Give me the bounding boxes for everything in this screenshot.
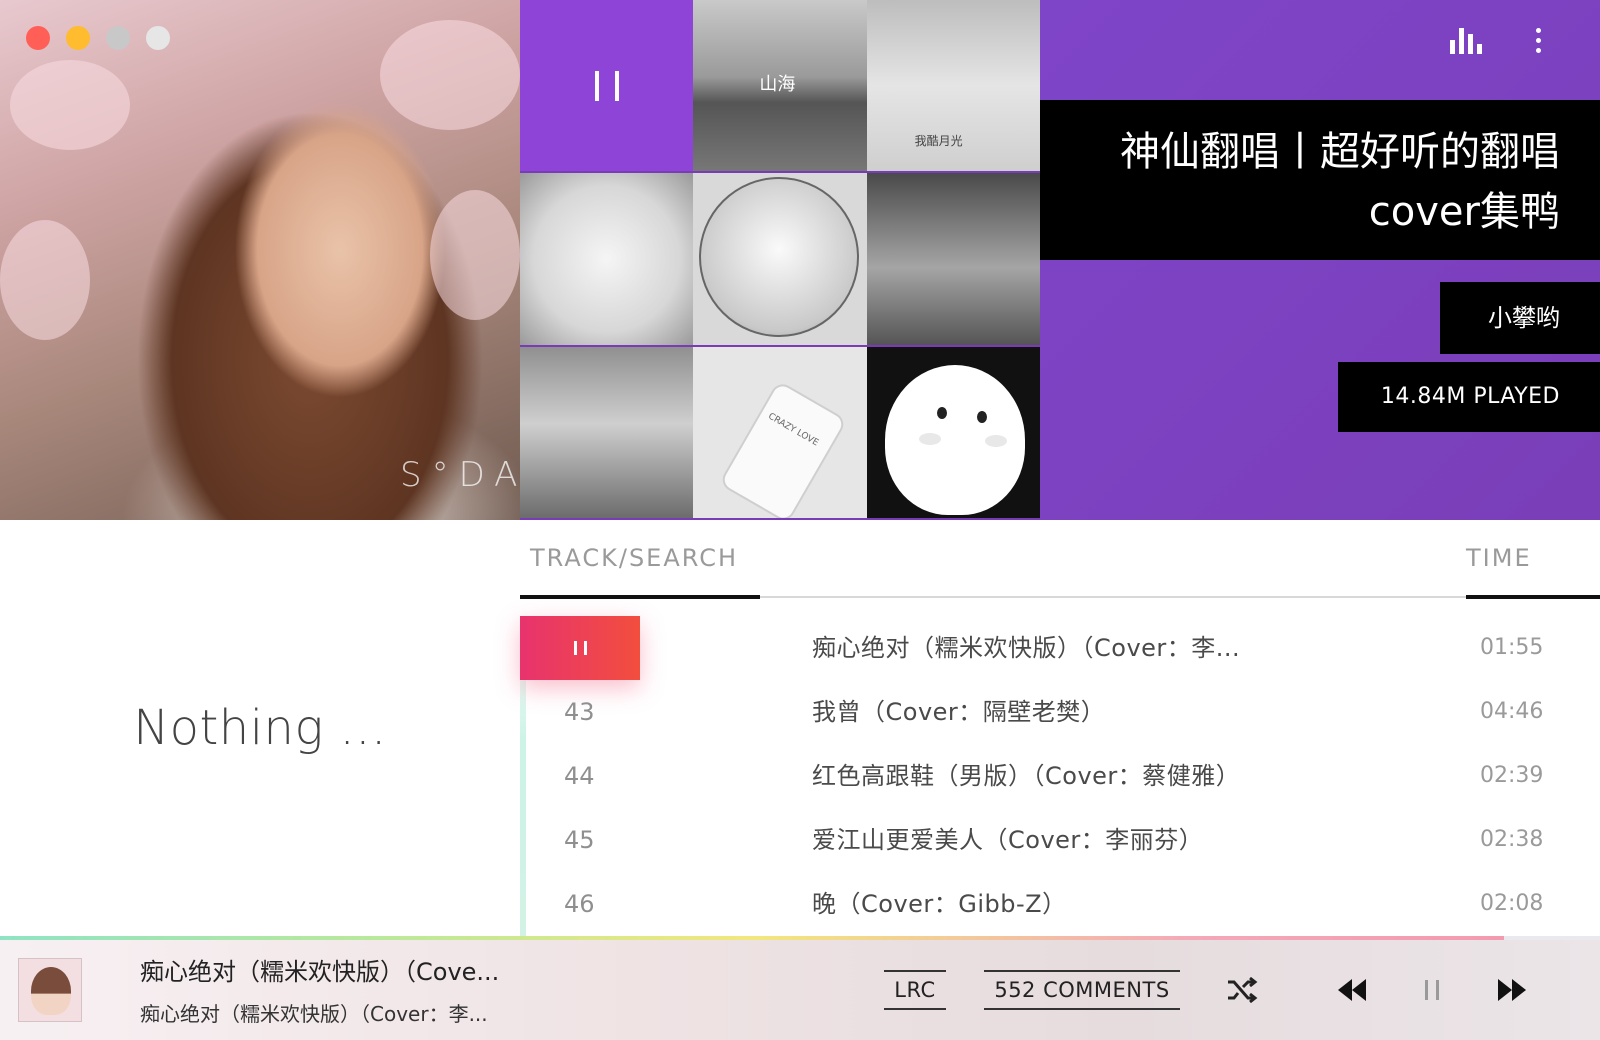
track-title: 我曾（Cover：隔壁老樊） xyxy=(812,698,1106,726)
playlist-title: 神仙翻唱丨超好听的翻唱 cover集鸭 xyxy=(1040,100,1600,260)
track-title: 痴心绝对（糯米欢快版）（Cover：李... xyxy=(812,634,1241,662)
pause-button[interactable] xyxy=(1410,968,1454,1012)
track-header-underline xyxy=(520,595,760,599)
album-tile-anime-boy[interactable] xyxy=(520,173,694,347)
more-vertical-icon xyxy=(1535,27,1541,53)
album-tile-cartoon-cat[interactable] xyxy=(866,346,1040,520)
track-row[interactable]: 46 晚（Cover：Gibb-Z） 02:08 xyxy=(520,872,1600,936)
track-row[interactable]: 43 我曾（Cover：隔壁老樊） 04:46 xyxy=(520,680,1600,744)
blossom-decoration xyxy=(430,190,520,320)
album-caption: 山海 xyxy=(759,74,796,95)
playlist-info-panel: 神仙翻唱丨超好听的翻唱 cover集鸭 小攀哟 14.84M PLAYED xyxy=(1040,0,1600,520)
window-close-button[interactable] xyxy=(26,26,50,50)
blossom-decoration xyxy=(10,60,130,150)
album-tile-moonlight[interactable]: 我酷月光 xyxy=(866,0,1040,174)
track-duration: 04:46 xyxy=(1480,699,1544,724)
lyrics-placeholder: Nothing ... xyxy=(133,700,387,756)
track-duration: 02:39 xyxy=(1480,763,1544,788)
blossom-decoration xyxy=(0,220,90,340)
track-title: 爱江山更爱美人（Cover：李丽芬） xyxy=(812,826,1204,854)
blossom-decoration xyxy=(380,20,520,130)
shuffle-button[interactable] xyxy=(1220,968,1264,1012)
music-player-window: S°DA 山海 我酷月光 CRAZY LOVE 神仙翻唱丨超好听的翻唱 cove… xyxy=(0,0,1600,1040)
mini-album-art[interactable] xyxy=(18,958,82,1022)
track-row[interactable]: 痴心绝对（糯米欢快版）（Cover：李... 01:55 xyxy=(520,616,1600,680)
track-duration: 02:08 xyxy=(1480,891,1544,916)
lyrics-panel: Nothing ... xyxy=(0,520,520,936)
now-playing-cover-art: S°DA xyxy=(0,0,520,520)
album-tile-anime-girl[interactable] xyxy=(693,173,867,347)
track-number: 46 xyxy=(564,890,595,918)
previous-button[interactable] xyxy=(1330,968,1374,1012)
track-duration: 01:55 xyxy=(1480,635,1544,660)
track-row[interactable]: 45 爱江山更爱美人（Cover：李丽芬） 02:38 xyxy=(520,808,1600,872)
album-tile-crazy-love[interactable]: CRAZY LOVE xyxy=(693,346,867,520)
time-header-underline xyxy=(1466,595,1600,599)
track-number: 44 xyxy=(564,762,595,790)
now-playing-subtitle: 痴心绝对（糯米欢快版）（Cover：李... xyxy=(140,1002,488,1026)
track-duration: 02:38 xyxy=(1480,827,1544,852)
window-extra-button[interactable] xyxy=(146,26,170,50)
shuffle-icon xyxy=(1228,976,1258,1004)
playlist-title-line2: cover集鸭 xyxy=(1368,189,1560,235)
more-options-button[interactable] xyxy=(1520,22,1556,58)
play-count: 14.84M PLAYED xyxy=(1338,362,1600,432)
track-title: 红色高跟鞋（男版）（Cover：蔡健雅） xyxy=(812,762,1241,790)
pause-icon xyxy=(594,70,619,101)
track-number: 45 xyxy=(564,826,595,854)
playlist-title-line1: 神仙翻唱丨超好听的翻唱 xyxy=(1120,129,1560,175)
now-playing-title: 痴心绝对（糯米欢快版）（Cove... xyxy=(140,958,500,986)
track-number: 43 xyxy=(564,698,595,726)
track-row[interactable]: 44 红色高跟鞋（男版）（Cover：蔡健雅） 02:39 xyxy=(520,744,1600,808)
album-tile-girl-portrait[interactable] xyxy=(520,346,694,520)
pause-icon xyxy=(1425,980,1439,1000)
equalizer-icon xyxy=(1450,26,1482,54)
window-minimize-button[interactable] xyxy=(66,26,90,50)
player-bar: 痴心绝对（糯米欢快版）（Cove... 痴心绝对（糯米欢快版）（Cover：李.… xyxy=(0,940,1600,1040)
album-caption: 我酷月光 xyxy=(914,134,963,148)
playlist-cover-grid: 山海 我酷月光 CRAZY LOVE xyxy=(520,0,1040,520)
rewind-icon xyxy=(1338,979,1366,1001)
fast-forward-icon xyxy=(1498,979,1526,1001)
track-list: TRACK/SEARCH TIME 痴心绝对（糯米欢快版）（Cover：李...… xyxy=(520,520,1600,936)
play-pause-tile[interactable] xyxy=(520,0,694,174)
album-tile-camera-girl[interactable] xyxy=(866,173,1040,347)
comments-button[interactable]: 552 COMMENTS xyxy=(984,970,1180,1010)
playlist-creator[interactable]: 小攀哟 xyxy=(1440,282,1600,354)
track-title: 晚（Cover：Gibb-Z） xyxy=(812,890,1067,918)
track-search-header[interactable]: TRACK/SEARCH xyxy=(530,544,738,572)
cover-watermark: S°DA xyxy=(400,455,528,495)
album-tile-shanhai[interactable]: 山海 xyxy=(693,0,867,174)
time-header[interactable]: TIME xyxy=(1466,544,1532,572)
equalizer-button[interactable] xyxy=(1448,22,1484,58)
window-zoom-button[interactable] xyxy=(106,26,130,50)
lyrics-button[interactable]: LRC xyxy=(884,970,946,1010)
next-button[interactable] xyxy=(1490,968,1534,1012)
